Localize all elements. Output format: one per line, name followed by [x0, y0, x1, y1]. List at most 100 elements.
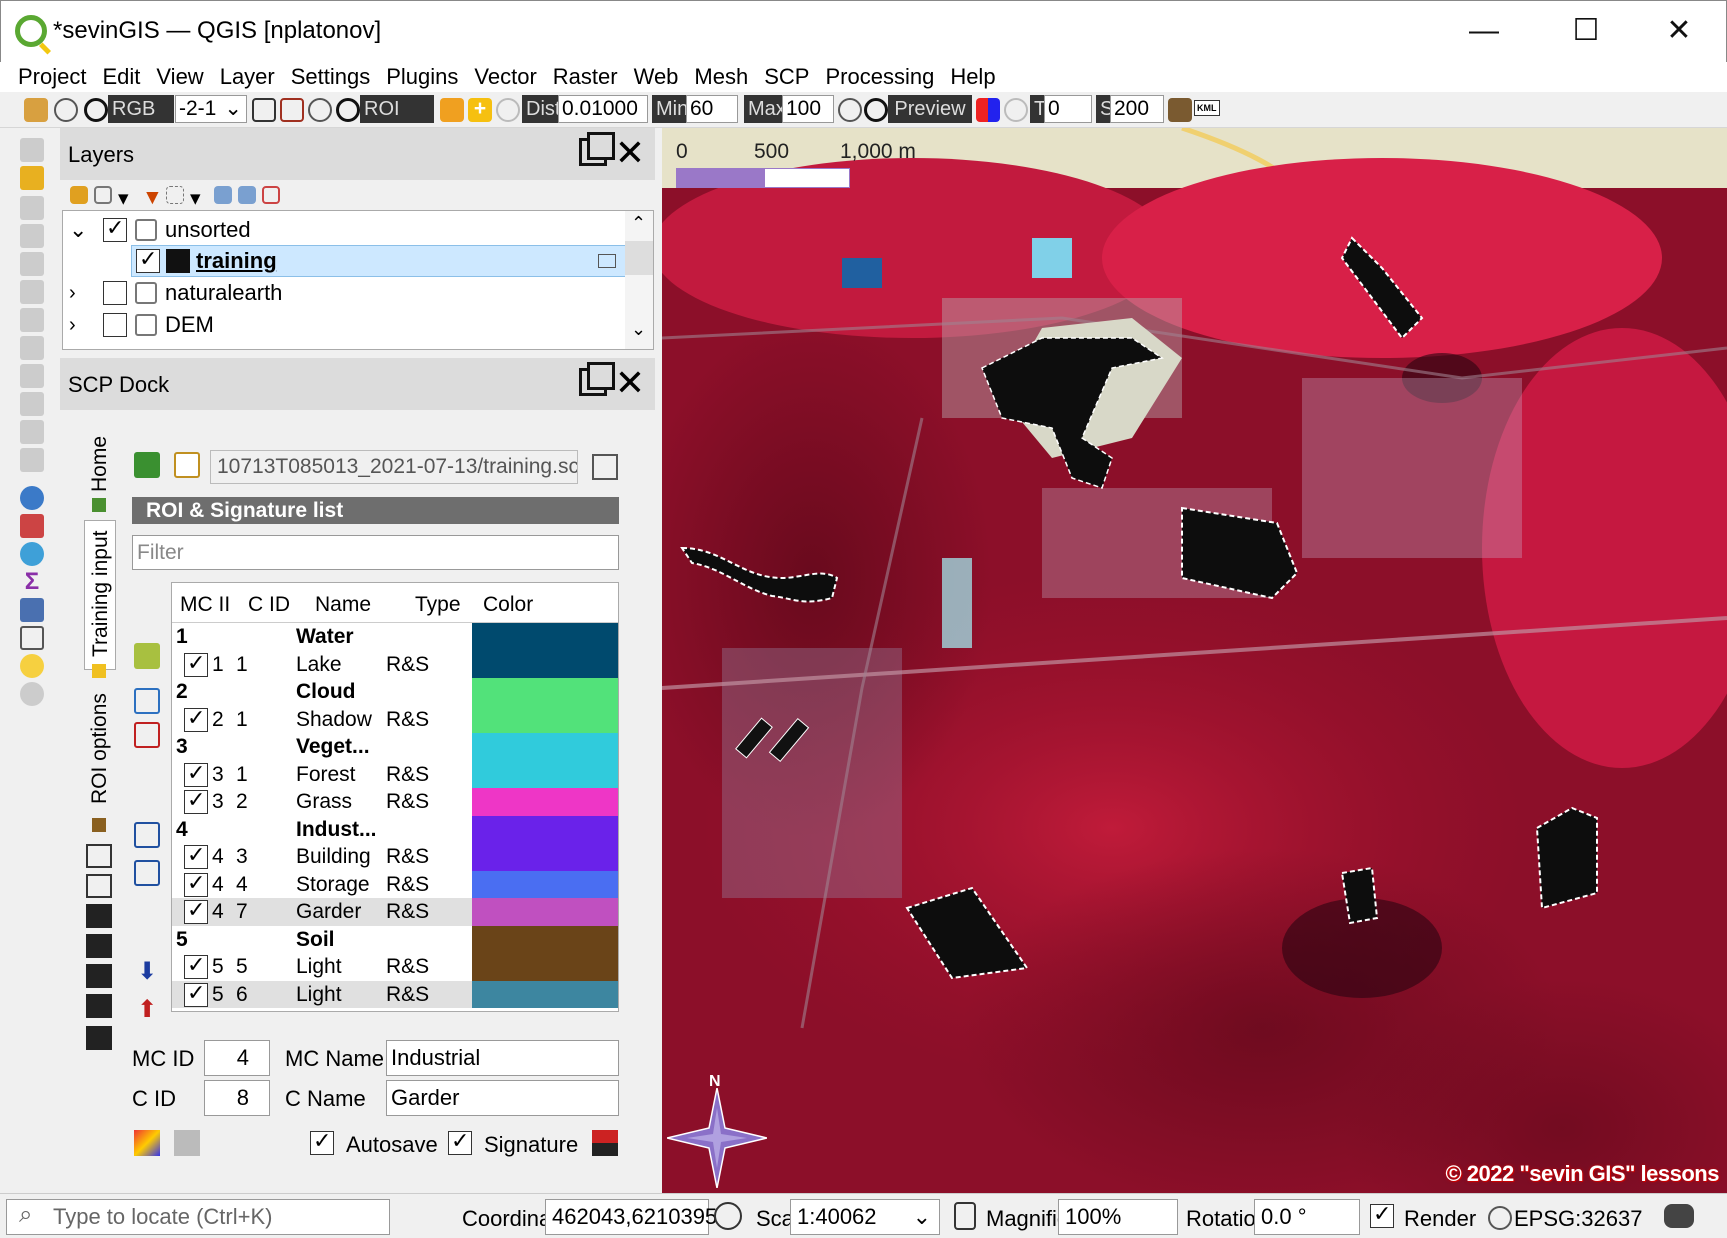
toggle-radio-icon[interactable]: [84, 98, 108, 122]
stretch-std-icon[interactable]: [280, 98, 304, 122]
copy-icon[interactable]: [20, 364, 44, 388]
classification-icon[interactable]: [976, 98, 1000, 122]
download-tab-icon[interactable]: [86, 904, 112, 928]
redo-preview-icon[interactable]: [1004, 98, 1028, 122]
band-set-icon[interactable]: [24, 98, 48, 122]
map-canvas[interactable]: 0 500 1,000 m N © 2022 "sevin GIS" lesso…: [662, 128, 1727, 1193]
menu-vector[interactable]: Vector: [466, 62, 544, 92]
table-row[interactable]: 4 Indust...: [172, 815, 618, 843]
menu-processing[interactable]: Processing: [817, 62, 942, 92]
zoom-roi-icon[interactable]: [308, 98, 332, 122]
row-checkbox[interactable]: [184, 870, 208, 897]
table-row[interactable]: 1 Water: [172, 623, 618, 651]
color-cell[interactable]: [472, 925, 618, 953]
float-panel-icon[interactable]: [579, 362, 615, 396]
table-row[interactable]: 11 Lake R&S: [172, 650, 618, 678]
add-feature-icon[interactable]: [20, 224, 44, 248]
table-row[interactable]: 3 Veget...: [172, 733, 618, 761]
signature-checkbox[interactable]: [448, 1128, 472, 1155]
sigma-icon[interactable]: Σ: [20, 570, 44, 594]
row-checkbox[interactable]: [184, 980, 208, 1007]
open-training-icon[interactable]: [134, 452, 160, 478]
table-row[interactable]: 31 Forest R&S: [172, 760, 618, 788]
menu-raster[interactable]: Raster: [545, 62, 626, 92]
save-roi-icon[interactable]: [174, 1130, 200, 1156]
close-button[interactable]: ✕: [1659, 11, 1699, 51]
layer-group-naturalearth[interactable]: › naturalearth: [69, 277, 629, 309]
messages-icon[interactable]: [1664, 1204, 1694, 1228]
gear-icon[interactable]: [20, 542, 44, 566]
vertex-tool-icon[interactable]: [20, 252, 44, 276]
band-processing-tab-icon[interactable]: [86, 964, 112, 988]
close-panel-icon[interactable]: ✕: [615, 362, 645, 404]
menu-scp[interactable]: SCP: [756, 62, 817, 92]
chevron-right-icon[interactable]: ›: [69, 314, 91, 337]
menu-layer[interactable]: Layer: [212, 62, 283, 92]
c-name-field[interactable]: Garder: [386, 1080, 619, 1116]
menu-mesh[interactable]: Mesh: [686, 62, 756, 92]
export-icon[interactable]: ⬆: [134, 998, 160, 1024]
preprocessing-tab-icon[interactable]: [86, 934, 112, 958]
attribute-table-icon[interactable]: [20, 514, 44, 538]
settings-icon[interactable]: [20, 682, 44, 706]
import-icon[interactable]: ⬇: [134, 960, 160, 986]
color-cell[interactable]: [472, 678, 618, 706]
table-row[interactable]: 2 Cloud: [172, 678, 618, 706]
max-spinbox[interactable]: 100: [782, 95, 834, 123]
paste-icon[interactable]: [20, 392, 44, 416]
redo-edit-icon[interactable]: [20, 448, 44, 472]
identify-icon[interactable]: [20, 486, 44, 510]
maximize-button[interactable]: ☐: [1566, 11, 1606, 51]
delete-selected-icon[interactable]: [20, 308, 44, 332]
color-cell[interactable]: [472, 898, 618, 926]
create-roi-icon[interactable]: [440, 98, 464, 122]
table-row[interactable]: 55 Light R&S: [172, 952, 618, 981]
add-roi-icon[interactable]: +: [468, 98, 492, 122]
measure-icon[interactable]: [20, 626, 44, 650]
spectral-plot-icon[interactable]: [134, 822, 160, 848]
color-cell[interactable]: [472, 815, 618, 843]
new-training-icon[interactable]: [174, 452, 200, 478]
menu-web[interactable]: Web: [626, 62, 687, 92]
merge-icon[interactable]: [134, 688, 160, 714]
visibility-icon[interactable]: ▾: [118, 186, 136, 210]
expand-all-icon[interactable]: [214, 186, 232, 204]
row-checkbox[interactable]: [184, 897, 208, 924]
c-id-spinbox[interactable]: 8: [204, 1080, 270, 1116]
postprocessing-tab-icon[interactable]: [86, 994, 112, 1018]
tab-training-input[interactable]: Training input: [84, 520, 116, 670]
row-checkbox[interactable]: [184, 842, 208, 869]
magnifier-spinbox[interactable]: 100%: [1058, 1199, 1178, 1235]
band-calc-tab-icon[interactable]: [86, 1026, 112, 1050]
t-spinbox[interactable]: 0: [1044, 95, 1092, 123]
save-edits-icon[interactable]: [20, 196, 44, 220]
color-cell[interactable]: [472, 623, 618, 651]
render-checkbox[interactable]: [1370, 1201, 1394, 1228]
row-checkbox[interactable]: [184, 952, 208, 979]
color-cell[interactable]: [472, 788, 618, 816]
filter-input[interactable]: Filter: [132, 535, 619, 570]
chevron-down-icon[interactable]: ⌄: [69, 217, 91, 243]
table-row[interactable]: 5 Soil: [172, 925, 618, 953]
color-cell[interactable]: [472, 705, 618, 733]
undo-icon[interactable]: [20, 420, 44, 444]
layer-group-unsorted[interactable]: ⌄ unsorted: [69, 214, 629, 246]
color-cell[interactable]: [472, 733, 618, 761]
s-spinbox[interactable]: 200: [1110, 95, 1164, 123]
scroll-down-icon[interactable]: ⌄: [631, 319, 646, 340]
row-checkbox[interactable]: [184, 787, 208, 814]
expression-icon[interactable]: [166, 186, 184, 204]
column-type[interactable]: Type: [415, 593, 461, 617]
collapse-all-icon[interactable]: [238, 186, 256, 204]
row-checkbox[interactable]: [184, 760, 208, 787]
scatter-plot-icon[interactable]: [134, 860, 160, 886]
crs-button[interactable]: EPSG:32637: [1514, 1206, 1642, 1232]
column-c-id[interactable]: C ID: [248, 593, 290, 617]
minimize-button[interactable]: —: [1464, 11, 1504, 51]
row-checkbox[interactable]: [184, 705, 208, 732]
layer-checkbox[interactable]: [103, 313, 127, 337]
zoom-icon[interactable]: [54, 98, 78, 122]
table-row[interactable]: 43 Building R&S: [172, 842, 618, 871]
remove-layer-icon[interactable]: [262, 186, 280, 204]
column-color[interactable]: Color: [483, 593, 533, 617]
